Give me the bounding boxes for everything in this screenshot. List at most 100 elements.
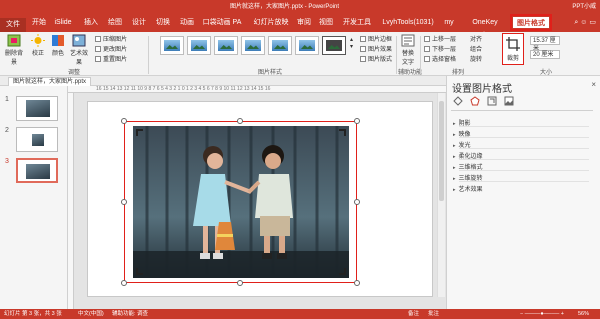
picture-style-2[interactable]	[187, 36, 211, 55]
align-button[interactable]: 对齐	[470, 34, 482, 43]
tab-slideshow[interactable]: 幻灯片放映	[252, 16, 290, 29]
slide-number: 1	[5, 96, 9, 103]
slide-thumbnail-2[interactable]	[16, 127, 58, 152]
tab-developer[interactable]: 开发工具	[342, 16, 372, 29]
ribbon-tabs: 文件 开始 iSlide 插入 绘图 设计 切换 动画 口袋动画 PA 幻灯片放…	[0, 10, 600, 39]
remove-background-button[interactable]: 删除背景	[3, 34, 25, 66]
zoom-level[interactable]: 56%	[578, 309, 589, 319]
width-input[interactable]: 20 厘米	[530, 50, 560, 59]
height-input[interactable]: 15.37 厘米	[530, 36, 560, 52]
ribbon-picture-format: 删除背景 校正 颜色 艺术效果 压缩图片 更改图片 重置图片 调整 ▴ ▾ 图片样…	[0, 32, 600, 76]
tab-my[interactable]: my	[442, 16, 456, 29]
picture-style-3[interactable]	[214, 36, 238, 55]
alt-text-icon	[401, 34, 415, 47]
crop-handle-bottom-left[interactable]	[136, 268, 143, 275]
corrections-button[interactable]: 校正	[30, 34, 46, 57]
tab-review[interactable]: 审阅	[296, 16, 312, 29]
accessibility-status[interactable]: 辅助功能: 调查	[112, 309, 148, 319]
selection-pane-button[interactable]: 选择窗格	[424, 54, 456, 63]
color-icon	[52, 35, 64, 46]
slide-number: 2	[5, 127, 9, 134]
picture-effects-button[interactable]: 图片效果	[360, 44, 392, 53]
tab-view[interactable]: 视图	[318, 16, 334, 29]
selection-pane-icon	[424, 56, 430, 62]
slide-thumbnail-3[interactable]	[16, 158, 58, 183]
picture-layout-button[interactable]: 图片版式	[360, 54, 392, 63]
tab-file[interactable]: 文件	[0, 18, 26, 32]
adjust-group-label: 调整	[68, 70, 81, 76]
artistic-effects-button[interactable]: 艺术效果	[68, 34, 90, 66]
group-separator	[420, 36, 421, 74]
resize-handle-ne[interactable]	[354, 118, 360, 124]
artistic-effects-icon	[72, 34, 86, 47]
tab-islide[interactable]: iSlide	[52, 16, 74, 29]
reset-picture-icon	[95, 56, 101, 62]
slide-thumbnail-pane: 1 2 3	[0, 86, 68, 309]
crop-handle-top-right[interactable]	[339, 129, 346, 136]
fill-line-icon[interactable]	[453, 96, 463, 106]
crop-handle-bottom-right[interactable]	[339, 268, 346, 275]
reset-picture-button[interactable]: 重置图片	[95, 54, 127, 63]
picture-style-1[interactable]	[160, 36, 184, 55]
tab-transitions[interactable]: 切换	[154, 16, 172, 29]
alt-text-button[interactable]: 替换文字	[400, 34, 416, 66]
vertical-scrollbar[interactable]	[437, 93, 445, 297]
picture-style-4[interactable]	[241, 36, 265, 55]
resize-handle-w[interactable]	[121, 199, 127, 205]
tab-lvyhtools[interactable]: LvyhTools(1031)	[382, 16, 434, 29]
children-photo[interactable]	[133, 126, 349, 278]
scrollbar-thumb[interactable]	[439, 101, 444, 201]
resize-handle-sw[interactable]	[121, 280, 127, 286]
section-divider	[459, 137, 589, 138]
notes-button[interactable]: 备注	[408, 309, 419, 319]
tab-animations[interactable]: 动画	[178, 16, 196, 29]
picture-icon[interactable]	[504, 96, 514, 106]
crop-icon	[506, 37, 520, 51]
section-artistic-effects[interactable]: 艺术效果	[453, 184, 483, 193]
tab-insert[interactable]: 插入	[82, 16, 100, 29]
size-properties-icon[interactable]	[487, 96, 497, 106]
tab-picture-format[interactable]: 图片格式	[510, 14, 552, 31]
tab-draw[interactable]: 绘图	[106, 16, 124, 29]
rotate-button[interactable]: 旋转	[470, 54, 482, 63]
picture-border-button[interactable]: 图片边框	[360, 34, 392, 43]
picture-style-7[interactable]	[322, 36, 346, 55]
resize-handle-s[interactable]	[237, 280, 243, 286]
zoom-slider[interactable]: − ────●──── +	[520, 309, 564, 319]
close-icon[interactable]: ×	[591, 80, 596, 89]
effects-icon	[360, 46, 366, 52]
tab-home[interactable]: 开始	[30, 16, 48, 29]
vertical-ruler	[68, 93, 74, 309]
comments-button[interactable]: 批注	[428, 309, 439, 319]
gallery-scroll[interactable]: ▴ ▾	[350, 36, 353, 50]
resize-handle-nw[interactable]	[121, 118, 127, 124]
document-tab[interactable]: 图片就这样，大家图片.pptx	[8, 77, 92, 86]
tab-pocket-animation[interactable]: 口袋动画 PA	[201, 16, 243, 29]
resize-handle-se[interactable]	[354, 280, 360, 286]
crop-handle-top-left[interactable]	[136, 129, 143, 136]
window-controls[interactable]: ⌕ ☺ ▭	[574, 18, 596, 27]
pane-category-icons	[453, 96, 519, 108]
language-indicator[interactable]: 中文(中国)	[78, 309, 104, 319]
pane-divider	[451, 110, 593, 111]
user-name[interactable]: PPT小威	[572, 1, 596, 10]
tab-onekey-lite[interactable]: OneKey Lite	[466, 16, 504, 39]
slide-number: 3	[5, 158, 9, 165]
crop-button[interactable]: 裁剪	[502, 33, 524, 65]
resize-handle-e[interactable]	[354, 199, 360, 205]
change-picture-button[interactable]: 更改图片	[95, 44, 127, 53]
resize-handle-n[interactable]	[237, 118, 243, 124]
bring-forward-button[interactable]: 上移一层	[424, 34, 456, 43]
group-button[interactable]: 组合	[470, 44, 482, 53]
picture-style-6[interactable]	[295, 36, 319, 55]
section-divider	[459, 126, 589, 127]
layout-icon	[360, 56, 366, 62]
color-button[interactable]: 颜色	[50, 34, 66, 57]
picture-style-5[interactable]	[268, 36, 292, 55]
effects-pentagon-icon[interactable]	[470, 96, 480, 106]
section-divider	[459, 159, 589, 160]
slide-thumbnail-1[interactable]	[16, 96, 58, 121]
compress-pictures-button[interactable]: 压缩图片	[95, 34, 127, 43]
tab-design[interactable]: 设计	[130, 16, 148, 29]
send-backward-button[interactable]: 下移一层	[424, 44, 456, 53]
